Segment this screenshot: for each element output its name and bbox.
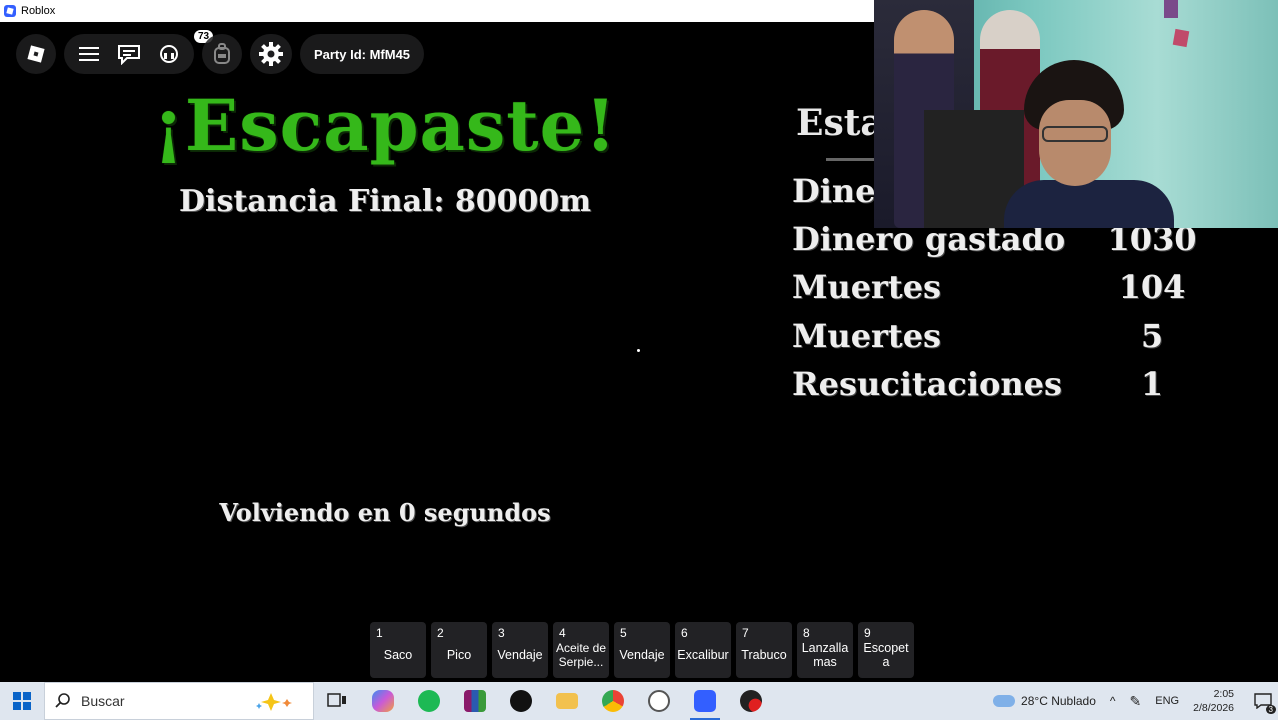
notification-count-badge: 3	[1265, 705, 1276, 714]
language-indicator[interactable]: ENG	[1155, 695, 1179, 707]
slot-item-name: Saco	[383, 648, 413, 662]
slot-item-name: Excalibur	[677, 648, 729, 662]
search-icon	[55, 693, 70, 708]
hud-menu-group: 73	[64, 30, 214, 74]
stat-row: Muertes 5	[792, 317, 1212, 361]
winrar-button[interactable]	[452, 682, 498, 720]
pen-icon[interactable]: ✎	[1130, 693, 1142, 710]
start-button[interactable]	[0, 682, 44, 720]
recorder-button[interactable]	[728, 682, 774, 720]
clock[interactable]: 2:05 2/8/2026	[1193, 687, 1234, 715]
stat-value: 104	[1118, 268, 1186, 306]
spotify-icon	[418, 690, 440, 712]
hotbar-slot[interactable]: 6 Excalibur	[675, 622, 731, 678]
slot-item-name: Lanzallamas	[801, 641, 849, 669]
search-highlight-icon	[256, 693, 292, 711]
escaped-title: ¡Escapaste!	[153, 84, 617, 167]
gear-icon	[259, 42, 283, 66]
task-view-icon	[327, 693, 346, 707]
chrome-button[interactable]	[590, 682, 636, 720]
clock-date: 2/8/2026	[1193, 702, 1234, 714]
slot-item-name: Escopeta	[863, 641, 909, 669]
clock-app-icon	[648, 690, 670, 712]
webcam-wall-sticker	[1164, 0, 1178, 18]
webcam-overlay	[874, 0, 1278, 228]
window-title: Roblox	[21, 5, 56, 17]
weather-widget[interactable]: 28°C Nublado	[993, 694, 1096, 708]
slot-item-name: Vendaje	[619, 648, 665, 662]
party-id-label[interactable]: Party Id: MfM45	[300, 34, 424, 74]
webcam-wall-sticker	[1172, 28, 1190, 48]
backpack-icon	[214, 43, 230, 64]
streamer-face	[1039, 100, 1111, 186]
roblox-app-icon	[4, 5, 16, 17]
roblox-menu-button[interactable]	[16, 34, 56, 74]
slot-item-name: Aceite de Serpie...	[555, 641, 607, 669]
hotbar-slot[interactable]: 4 Aceite de Serpie...	[553, 622, 609, 678]
spotify-button[interactable]	[406, 682, 452, 720]
task-view-button[interactable]	[314, 682, 360, 720]
windows-logo-icon	[13, 692, 31, 710]
notification-center-button[interactable]: 3	[1248, 682, 1278, 720]
copilot-icon	[372, 690, 394, 712]
taskbar-search[interactable]	[44, 682, 314, 720]
stats-title: Esta	[796, 102, 884, 144]
stat-value: 5	[1140, 317, 1164, 355]
streamer-shirt	[1004, 180, 1174, 228]
game-viewport[interactable]: 73 Party Id: MfM45 ¡Escapaste! Distancia…	[0, 0, 1278, 682]
hotbar-slot[interactable]: 9 Escopeta	[858, 622, 914, 678]
weather-text: 28°C Nublado	[1021, 694, 1096, 708]
roblox-taskbar-button[interactable]	[682, 682, 728, 720]
voice-chat-button[interactable]	[158, 43, 180, 65]
clock-time: 2:05	[1213, 688, 1234, 700]
roblox-logo-icon	[27, 45, 45, 63]
stat-label: Muertes	[792, 268, 942, 306]
chevron-up-icon[interactable]: ^	[1110, 694, 1116, 708]
winrar-icon	[464, 690, 486, 712]
stat-row: Resucitaciones 1	[792, 365, 1212, 409]
backpack-button[interactable]	[202, 34, 242, 74]
roblox-icon	[694, 690, 716, 712]
stat-label: Resucitaciones	[792, 365, 1063, 403]
returning-countdown-text: Volviendo en 0 segundos	[219, 498, 551, 527]
cursor-dot	[637, 349, 640, 352]
hamburger-icon	[79, 47, 100, 61]
stat-label: Muertes	[792, 317, 942, 355]
slot-item-name: Pico	[446, 648, 472, 662]
record-icon	[740, 690, 762, 712]
file-explorer-button[interactable]	[544, 682, 590, 720]
inventory-hotbar: 1 Saco 2 Pico 3 Vendaje 4 Aceite de Serp…	[370, 622, 914, 678]
settings-button[interactable]	[250, 34, 292, 74]
tiktok-button[interactable]	[498, 682, 544, 720]
slot-item-name: Trabuco	[741, 648, 787, 662]
hotbar-slot[interactable]: 8 Lanzallamas	[797, 622, 853, 678]
final-distance-text: Distancia Final: 80000m	[179, 184, 591, 219]
webcam-streamer	[1004, 60, 1184, 228]
chat-button[interactable]	[117, 43, 141, 65]
copilot-button[interactable]	[360, 682, 406, 720]
streamer-glasses	[1042, 126, 1108, 142]
hotbar-slot[interactable]: 2 Pico	[431, 622, 487, 678]
stat-row: Muertes 104	[792, 268, 1212, 312]
headset-icon	[159, 45, 178, 63]
cloud-icon	[993, 695, 1016, 707]
clock-app-button[interactable]	[636, 682, 682, 720]
search-input[interactable]	[81, 693, 221, 709]
hotbar-slot[interactable]: 3 Vendaje	[492, 622, 548, 678]
file-explorer-icon	[556, 693, 578, 709]
hotbar-slot[interactable]: 1 Saco	[370, 622, 426, 678]
slot-item-name: Vendaje	[497, 648, 543, 662]
hotbar-slot[interactable]: 5 Vendaje	[614, 622, 670, 678]
system-tray: 28°C Nublado ^ ✎ ENG 2:05 2/8/2026 3	[993, 682, 1278, 720]
stat-value: 1	[1140, 365, 1164, 403]
taskbar: 28°C Nublado ^ ✎ ENG 2:05 2/8/2026 3	[0, 682, 1278, 720]
chrome-icon	[602, 690, 624, 712]
chat-icon	[117, 45, 140, 65]
hamburger-menu-button[interactable]	[78, 45, 100, 63]
hotbar-slot[interactable]: 7 Trabuco	[736, 622, 792, 678]
tiktok-icon	[510, 690, 532, 712]
